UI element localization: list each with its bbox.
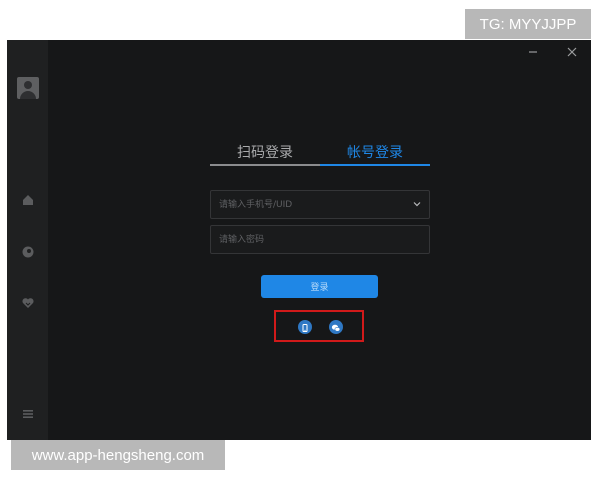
circle-icon xyxy=(22,246,34,258)
phone-login-button[interactable] xyxy=(298,320,312,334)
hamburger-menu-icon xyxy=(23,410,33,418)
tg-badge: TG: MYYJJPP xyxy=(465,9,591,39)
login-button[interactable]: 登录 xyxy=(261,275,378,298)
login-window: 扫码登录 帐号登录 登录 xyxy=(7,40,591,440)
wechat-login-button[interactable] xyxy=(329,320,343,334)
minimize-icon xyxy=(529,51,537,53)
close-icon xyxy=(567,47,577,57)
login-tabs: 扫码登录 帐号登录 xyxy=(210,140,430,166)
tab-qr-login[interactable]: 扫码登录 xyxy=(210,140,320,166)
sidebar-menu-button[interactable] xyxy=(21,406,35,420)
sidebar xyxy=(7,40,48,440)
phone-icon xyxy=(302,324,308,332)
sidebar-item-circle[interactable] xyxy=(21,244,35,258)
site-watermark: www.app-hengsheng.com xyxy=(11,440,225,470)
third-party-login-box xyxy=(274,310,364,342)
sidebar-item-home[interactable] xyxy=(21,192,35,206)
minimize-button[interactable] xyxy=(523,42,543,62)
chevron-down-icon[interactable] xyxy=(413,200,421,208)
user-avatar-icon[interactable] xyxy=(17,77,39,99)
account-field xyxy=(210,190,430,219)
home-icon xyxy=(23,195,33,205)
wechat-icon xyxy=(331,324,341,332)
password-field xyxy=(210,225,430,254)
sidebar-item-heart[interactable] xyxy=(21,295,35,309)
password-input[interactable] xyxy=(211,226,417,253)
tab-account-login[interactable]: 帐号登录 xyxy=(320,140,430,166)
heart-icon xyxy=(22,298,34,308)
close-button[interactable] xyxy=(562,42,582,62)
account-input[interactable] xyxy=(211,191,417,218)
